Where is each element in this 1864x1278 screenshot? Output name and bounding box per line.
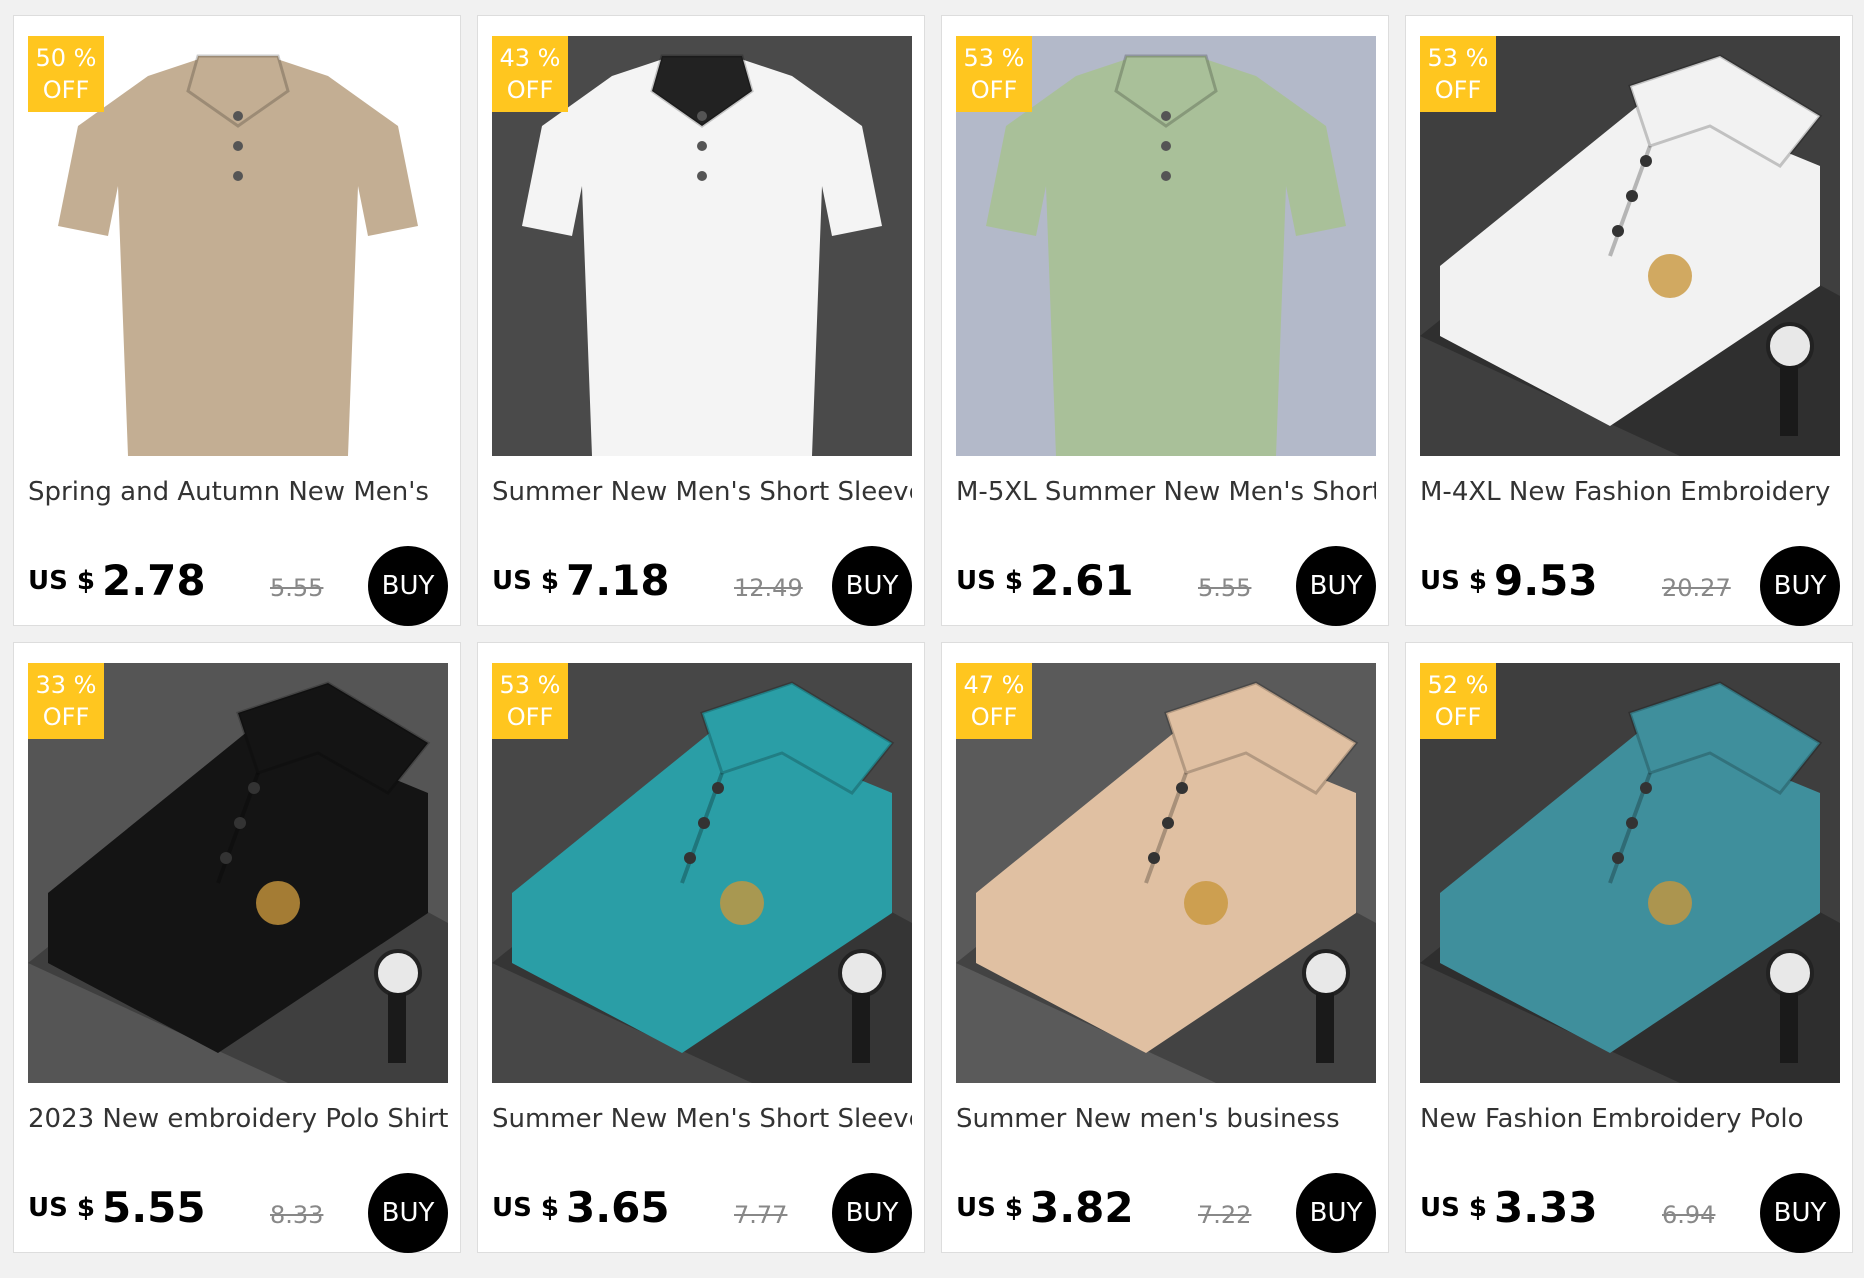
discount-off-label: OFF [506,703,554,731]
discount-percent: 50 % [35,44,97,72]
product-card[interactable]: 53 % OFF M-4XL New Fashion Embroidery US $9… [1405,15,1853,626]
product-title[interactable]: Summer New men's business [956,1099,1376,1139]
discount-off-label: OFF [42,76,90,104]
currency-label: US $ [1420,1193,1487,1223]
product-title[interactable]: 2023 New embroidery Polo Shirt [28,1099,448,1139]
sale-price: 7.18 [566,556,670,605]
original-price: 5.55 [270,574,324,602]
buy-button[interactable]: BUY [1296,1173,1376,1253]
sage-green-polo-photo[interactable]: 53 % OFF [956,36,1376,456]
buy-button[interactable]: BUY [368,546,448,626]
discount-off-label: OFF [970,76,1018,104]
product-card[interactable]: 53 % OFF Summer New Men's Short Sleeve US $… [477,642,925,1253]
discount-percent: 53 % [963,44,1025,72]
khaki-folded-polo-photo[interactable]: 47 % OFF [956,663,1376,1083]
discount-badge: 53 % OFF [956,36,1032,112]
discount-badge: 52 % OFF [1420,663,1496,739]
blue-folded-polo-photo[interactable]: 52 % OFF [1420,663,1840,1083]
discount-off-label: OFF [1434,703,1482,731]
buy-button[interactable]: BUY [832,546,912,626]
discount-percent: 53 % [499,671,561,699]
beige-henley-shirt-photo[interactable]: 50 % OFF [28,36,448,456]
product-title[interactable]: New Fashion Embroidery Polo [1420,1099,1840,1139]
buy-button[interactable]: BUY [832,1173,912,1253]
discount-percent: 43 % [499,44,561,72]
currency-label: US $ [28,1193,95,1223]
currency-label: US $ [492,1193,559,1223]
product-card[interactable]: 50 % OFF Spring and Autumn New Men's US $2.… [13,15,461,626]
buy-button[interactable]: BUY [1760,1173,1840,1253]
discount-percent: 53 % [1427,44,1489,72]
sale-price: 9.53 [1494,556,1598,605]
product-title[interactable]: Spring and Autumn New Men's [28,472,448,512]
original-price: 5.55 [1198,574,1252,602]
product-title[interactable]: M-5XL Summer New Men's Short [956,472,1376,512]
sale-price: 2.78 [102,556,206,605]
buy-button[interactable]: BUY [1760,546,1840,626]
product-card[interactable]: 53 % OFF M-5XL Summer New Men's Short US $2… [941,15,1389,626]
white-folded-polo-photo[interactable]: 53 % OFF [1420,36,1840,456]
currency-label: US $ [1420,566,1487,596]
discount-off-label: OFF [970,703,1018,731]
sale-price: 2.61 [1030,556,1134,605]
price-row: US $2.61 5.55 BUY [956,546,1376,626]
currency-label: US $ [28,566,95,596]
product-card[interactable]: 43 % OFF Summer New Men's Short Sleeve US $… [477,15,925,626]
buy-button[interactable]: BUY [368,1173,448,1253]
product-title[interactable]: Summer New Men's Short Sleeve [492,472,912,512]
price-row: US $3.33 6.94 BUY [1420,1173,1840,1253]
discount-off-label: OFF [1434,76,1482,104]
discount-off-label: OFF [506,76,554,104]
discount-percent: 47 % [963,671,1025,699]
discount-percent: 52 % [1427,671,1489,699]
product-title[interactable]: Summer New Men's Short Sleeve [492,1099,912,1139]
white-polo-model-photo[interactable]: 43 % OFF [492,36,912,456]
original-price: 6.94 [1662,1201,1716,1229]
product-title[interactable]: M-4XL New Fashion Embroidery [1420,472,1840,512]
discount-percent: 33 % [35,671,97,699]
price-row: US $2.78 5.55 BUY [28,546,448,626]
sale-price: 5.55 [102,1183,206,1232]
teal-folded-polo-photo[interactable]: 53 % OFF [492,663,912,1083]
sale-price: 3.65 [566,1183,670,1232]
product-card[interactable]: 33 % OFF 2023 New embroidery Polo Shirt US … [13,642,461,1253]
original-price: 12.49 [734,574,803,602]
original-price: 20.27 [1662,574,1731,602]
buy-button[interactable]: BUY [1296,546,1376,626]
price-row: US $9.53 20.27 BUY [1420,546,1840,626]
original-price: 7.77 [734,1201,788,1229]
black-folded-polo-photo[interactable]: 33 % OFF [28,663,448,1083]
price-row: US $7.18 12.49 BUY [492,546,912,626]
discount-off-label: OFF [42,703,90,731]
sale-price: 3.33 [1494,1183,1598,1232]
discount-badge: 47 % OFF [956,663,1032,739]
currency-label: US $ [492,566,559,596]
discount-badge: 53 % OFF [492,663,568,739]
original-price: 8.33 [270,1201,324,1229]
product-grid: 50 % OFF Spring and Autumn New Men's US $2.… [13,15,1859,1253]
sale-price: 3.82 [1030,1183,1134,1232]
discount-badge: 43 % OFF [492,36,568,112]
currency-label: US $ [956,566,1023,596]
price-row: US $3.82 7.22 BUY [956,1173,1376,1253]
discount-badge: 33 % OFF [28,663,104,739]
original-price: 7.22 [1198,1201,1252,1229]
price-row: US $3.65 7.77 BUY [492,1173,912,1253]
price-row: US $5.55 8.33 BUY [28,1173,448,1253]
product-card[interactable]: 47 % OFF Summer New men's business US $3.82… [941,642,1389,1253]
discount-badge: 50 % OFF [28,36,104,112]
discount-badge: 53 % OFF [1420,36,1496,112]
currency-label: US $ [956,1193,1023,1223]
product-card[interactable]: 52 % OFF New Fashion Embroidery Polo US $3.… [1405,642,1853,1253]
